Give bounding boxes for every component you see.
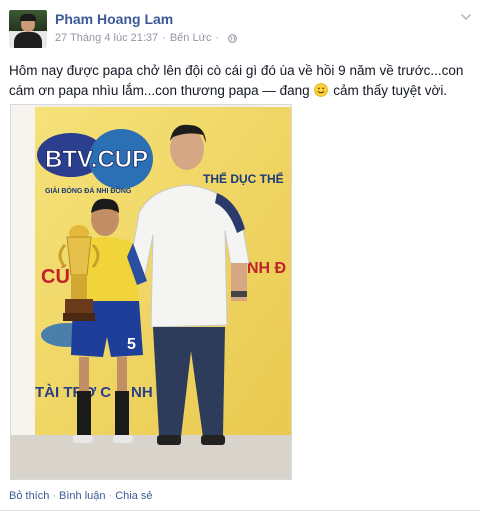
sign-text-3: NH Đ xyxy=(247,260,286,277)
sign-text-4: TÀI TRỢ C xyxy=(35,384,111,401)
comment-link[interactable]: Bình luận xyxy=(59,490,105,502)
post-photo[interactable]: BTV.CUP GIẢI BÓNG ĐÁ NHI ĐỒNG THỂ DỤC TH… xyxy=(10,104,292,480)
meta-separator: · xyxy=(162,32,166,44)
chevron-down-icon[interactable] xyxy=(460,12,472,22)
meta-separator: · xyxy=(215,32,220,44)
facebook-post: Pham Hoang Lam 27 Tháng 4 lúc 21:37 · Bế… xyxy=(0,0,480,516)
photo-illustration: BTV.CUP GIẢI BÓNG ĐÁ NHI ĐỒNG THỂ DỤC TH… xyxy=(11,105,291,479)
post-timestamp[interactable]: 27 Tháng 4 lúc 21:37 xyxy=(55,32,158,44)
banner-text: BTV.CUP xyxy=(45,146,148,173)
share-link[interactable]: Chia sẻ xyxy=(115,490,152,502)
post-actions: Bỏ thích · Bình luận · Chia sẻ xyxy=(9,490,152,502)
sign-text-2: CÚ xyxy=(41,264,70,288)
sign-text-1: THỂ DỤC THỂ xyxy=(203,171,284,186)
avatar[interactable] xyxy=(9,10,47,48)
post-meta: 27 Tháng 4 lúc 21:37 · Bến Lức · xyxy=(55,32,238,44)
author-name[interactable]: Pham Hoang Lam xyxy=(55,11,173,27)
unlike-link[interactable]: Bỏ thích xyxy=(9,490,49,502)
divider xyxy=(0,510,480,511)
jersey-number: 5 xyxy=(127,336,136,353)
action-separator: · xyxy=(108,490,113,502)
feeling-text: cảm thấy tuyệt vời. xyxy=(333,83,448,98)
globe-icon[interactable] xyxy=(228,33,238,43)
post-location[interactable]: Bến Lức xyxy=(170,32,212,44)
sign-text-5: NH xyxy=(131,384,153,401)
smiley-icon xyxy=(314,83,329,97)
status-text: Hôm nay được papa chở lên đội cò cái gì … xyxy=(9,61,471,101)
action-separator: · xyxy=(52,490,57,502)
